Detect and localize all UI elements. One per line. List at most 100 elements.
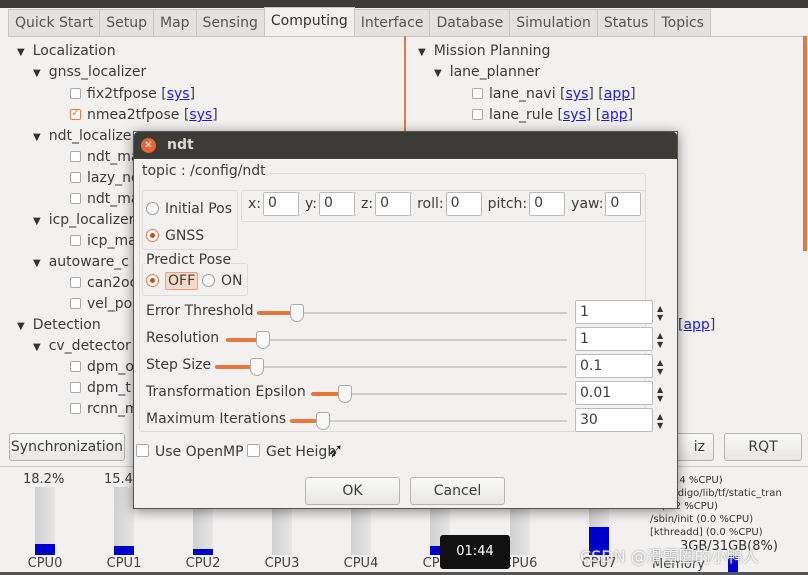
- ok-button[interactable]: OK: [305, 477, 400, 505]
- checkbox[interactable]: [70, 277, 81, 288]
- checkbox[interactable]: [70, 235, 81, 246]
- checkbox[interactable]: [472, 88, 483, 99]
- tree-localization[interactable]: ▼ Localization: [17, 43, 116, 59]
- spinbox[interactable]: 0.1: [575, 354, 653, 378]
- checkbox[interactable]: [247, 444, 260, 457]
- spin-up-icon[interactable]: ▲: [657, 412, 667, 421]
- slider[interactable]: [311, 385, 567, 403]
- gnss-radio[interactable]: GNSS: [146, 228, 204, 244]
- spin-arrows[interactable]: ▲ ▼: [657, 358, 667, 376]
- expand-icon[interactable]: ▼: [33, 132, 41, 143]
- predict-off-radio[interactable]: OFF: [146, 272, 199, 290]
- pose-input[interactable]: 0: [375, 192, 412, 216]
- expand-icon[interactable]: ▼: [33, 68, 41, 79]
- tree-lane-rule[interactable]: lane_rule [sys] [app]: [472, 107, 633, 123]
- app-link[interactable]: app: [601, 107, 627, 123]
- app-link[interactable]: app: [604, 86, 630, 102]
- use-openmp-checkbox[interactable]: Use OpenMP: [136, 444, 244, 460]
- cancel-button[interactable]: Cancel: [410, 477, 505, 505]
- tree-item[interactable]: icp_ma: [70, 233, 137, 249]
- dialog-titlebar[interactable]: [134, 132, 677, 159]
- slider-handle[interactable]: [256, 331, 271, 349]
- tree-item[interactable]: ndt_ma: [70, 191, 139, 207]
- tree-gnss-localizer[interactable]: ▼ gnss_localizer: [33, 64, 146, 80]
- slider-handle[interactable]: [316, 412, 331, 430]
- slider-handle[interactable]: [290, 304, 305, 322]
- app-link[interactable]: app: [683, 317, 709, 333]
- tree-detection[interactable]: ▼ Detection: [17, 317, 101, 333]
- tree-mission-planning[interactable]: ▼ Mission Planning: [418, 43, 550, 59]
- pose-input[interactable]: 0: [605, 192, 642, 216]
- tree-item[interactable]: ndt_ma: [70, 149, 139, 165]
- checkbox[interactable]: [70, 382, 81, 393]
- tree-ndt-localizer[interactable]: ▼ ndt_localize: [33, 128, 131, 144]
- tree-item[interactable]: rcnn_m: [70, 401, 139, 417]
- tree-autoware[interactable]: ▼ autoware_c: [33, 254, 129, 270]
- spinbox[interactable]: 1: [575, 327, 653, 351]
- sys-link[interactable]: sys: [563, 107, 586, 123]
- close-icon[interactable]: ✕: [141, 138, 156, 153]
- slider[interactable]: [226, 331, 567, 349]
- spin-up-icon[interactable]: ▲: [657, 304, 667, 313]
- checkbox[interactable]: [70, 361, 81, 372]
- spin-arrows[interactable]: ▲ ▼: [657, 385, 667, 403]
- radio[interactable]: [202, 274, 215, 287]
- spin-down-icon[interactable]: ▼: [657, 394, 667, 403]
- tab-simulation[interactable]: Simulation: [509, 9, 598, 36]
- tree-lane-navi[interactable]: lane_navi [sys] [app]: [472, 86, 636, 102]
- rqt-button[interactable]: RQT: [724, 433, 802, 461]
- get-height-checkbox[interactable]: Get Heigh: [247, 444, 336, 460]
- pose-input[interactable]: 0: [445, 192, 482, 216]
- checkbox[interactable]: [70, 88, 81, 99]
- spinbox[interactable]: 0.01: [575, 381, 653, 405]
- scrollbar[interactable]: [803, 36, 807, 251]
- spinbox[interactable]: 1: [575, 300, 653, 324]
- spin-up-icon[interactable]: ▲: [657, 385, 667, 394]
- expand-icon[interactable]: ▼: [434, 68, 442, 79]
- spin-arrows[interactable]: ▲ ▼: [657, 304, 667, 322]
- checkbox[interactable]: [472, 109, 483, 120]
- pose-input[interactable]: 0: [529, 192, 566, 216]
- expand-icon[interactable]: ▼: [17, 321, 25, 332]
- checkbox[interactable]: [70, 193, 81, 204]
- synchronization-button[interactable]: Synchronization: [9, 433, 125, 461]
- checkbox[interactable]: [70, 403, 81, 414]
- spin-down-icon[interactable]: ▼: [657, 313, 667, 322]
- predict-on-radio[interactable]: ON: [202, 273, 243, 289]
- expand-icon[interactable]: ▼: [33, 258, 41, 269]
- slider[interactable]: [290, 412, 567, 430]
- tree-lane-planner[interactable]: ▼ lane_planner: [434, 64, 540, 80]
- checkbox[interactable]: [70, 298, 81, 309]
- spin-up-icon[interactable]: ▲: [657, 331, 667, 340]
- tab-sensing[interactable]: Sensing: [195, 9, 265, 36]
- tab-setup[interactable]: Setup: [99, 9, 154, 36]
- checkbox[interactable]: [136, 444, 149, 457]
- expand-icon[interactable]: ▼: [418, 47, 426, 58]
- slider-handle[interactable]: [337, 385, 352, 403]
- slider-handle[interactable]: [249, 358, 264, 376]
- radio[interactable]: [146, 202, 159, 215]
- spin-down-icon[interactable]: ▼: [657, 421, 667, 430]
- expand-icon[interactable]: ▼: [33, 216, 41, 227]
- radio[interactable]: [146, 229, 159, 242]
- tab-interface[interactable]: Interface: [353, 9, 431, 36]
- tree-item[interactable]: can2oc: [70, 275, 137, 291]
- sys-link[interactable]: sys: [566, 86, 589, 102]
- tree-item[interactable]: dpm_t: [70, 380, 131, 396]
- tab-status[interactable]: Status: [596, 9, 656, 36]
- tree-cv-detector[interactable]: ▼ cv_detector: [33, 338, 131, 354]
- spinbox[interactable]: 30: [575, 408, 653, 432]
- tree-nmea2tfpose[interactable]: nmea2tfpose [sys]: [70, 106, 218, 123]
- expand-icon[interactable]: ▼: [17, 47, 25, 58]
- checkbox[interactable]: [70, 172, 81, 183]
- pose-input[interactable]: 0: [263, 192, 300, 216]
- spin-arrows[interactable]: ▲ ▼: [657, 331, 667, 349]
- tree-item[interactable]: vel_po: [70, 296, 132, 312]
- radio[interactable]: [146, 274, 159, 287]
- tab-map[interactable]: Map: [153, 9, 197, 36]
- slider[interactable]: [215, 358, 567, 376]
- app-link-partial[interactable]: [app]: [678, 317, 715, 333]
- tab-computing[interactable]: Computing: [263, 7, 355, 36]
- tree-icp-localizer[interactable]: ▼ icp_localizer: [33, 212, 134, 228]
- slider[interactable]: [257, 304, 567, 322]
